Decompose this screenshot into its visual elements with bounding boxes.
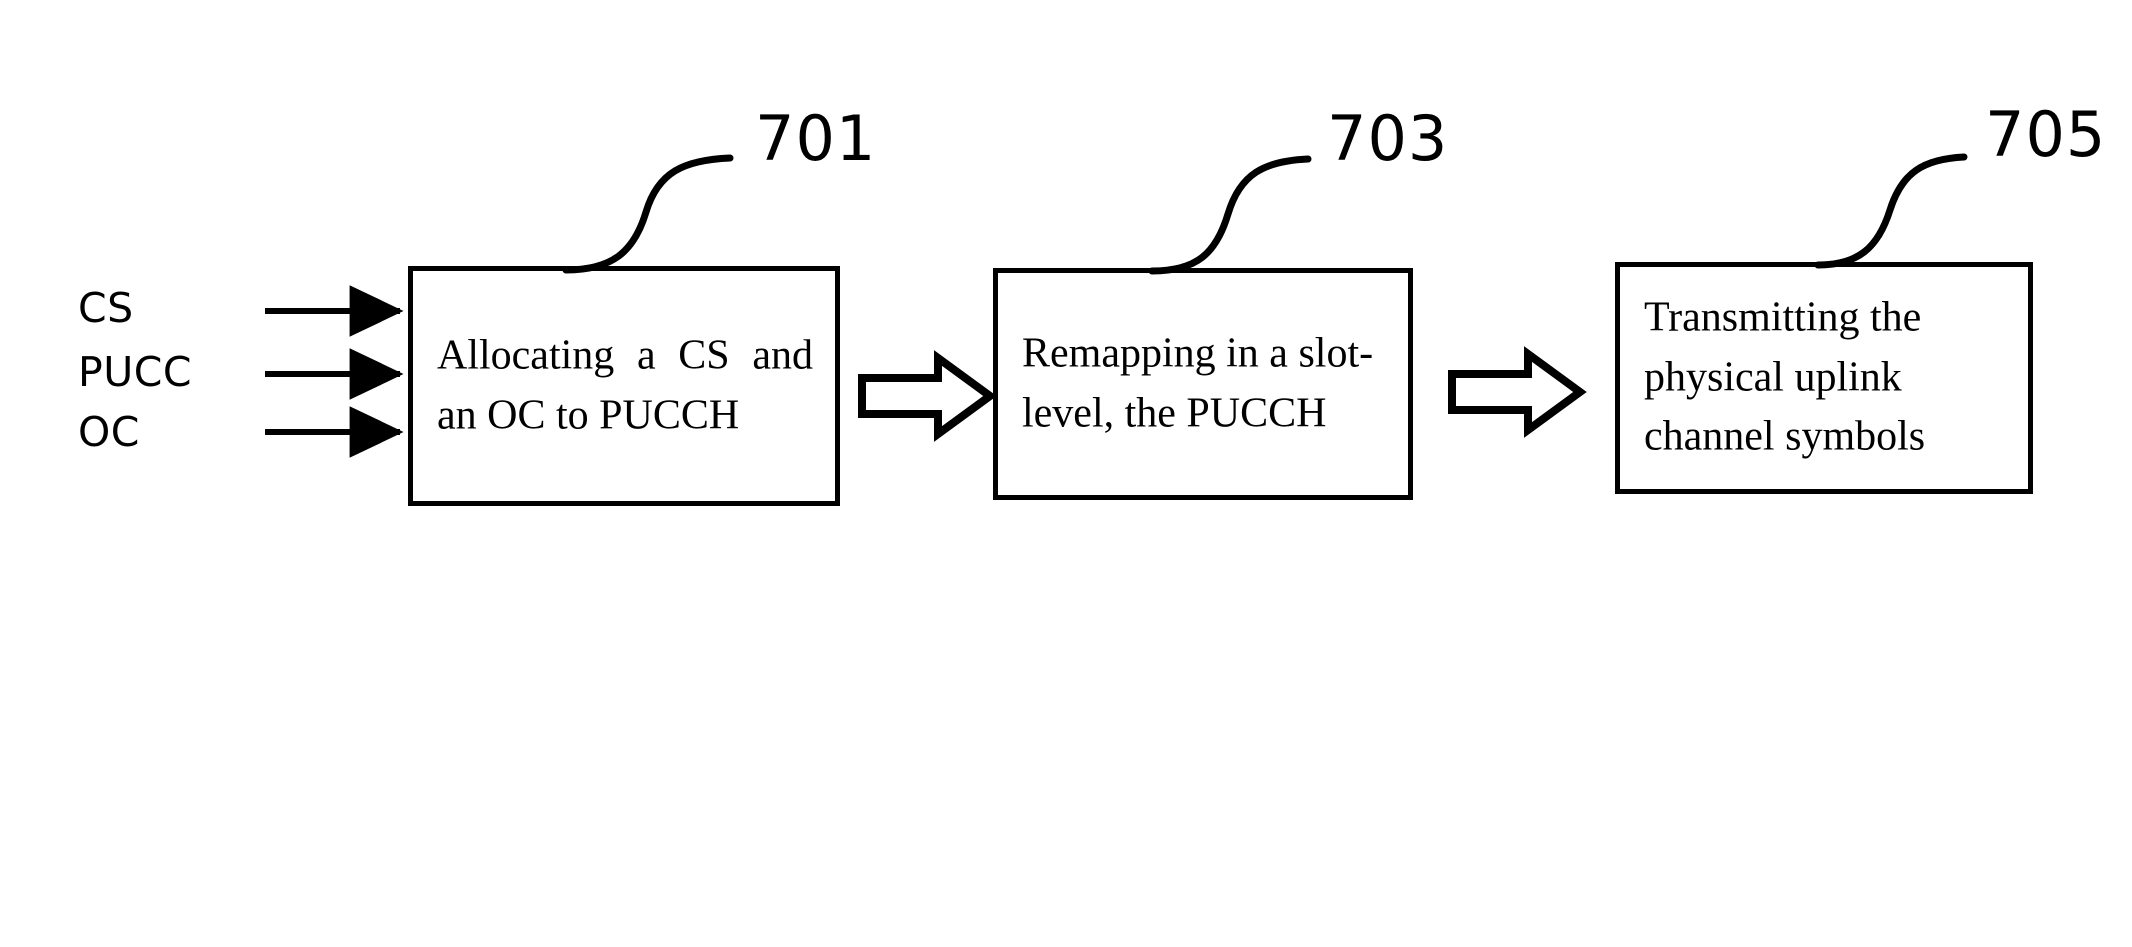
process-box-701-text: Allocating a CS and an OC to PUCCH [437,332,813,438]
process-box-703-text: Remapping in a slot-level, the PUCCH [1022,330,1374,436]
process-box-703[interactable]: Remapping in a slot-level, the PUCCH [993,268,1413,500]
figure-canvas: CS PUCC OC 701 703 705 Allocating a CS a… [0,0,2132,947]
input-label-oc: OC [78,408,140,456]
leader-line-701 [562,154,734,274]
ref-numeral-705: 705 [1985,98,2107,171]
ref-numeral-703: 703 [1327,102,1449,175]
process-box-705[interactable]: Transmitting the physical uplink channel… [1615,262,2033,494]
block-arrow-701-to-703 [858,350,997,442]
leader-line-705 [1814,153,1968,269]
process-box-705-text: Transmitting the physical uplink channel… [1644,294,1926,460]
block-arrow-703-to-705 [1448,346,1587,438]
input-label-cs: CS [78,284,134,332]
process-box-701[interactable]: Allocating a CS and an OC to PUCCH [408,266,840,506]
leader-line-703 [1148,155,1312,275]
input-label-pucc: PUCC [78,348,192,396]
ref-numeral-701: 701 [755,102,877,175]
